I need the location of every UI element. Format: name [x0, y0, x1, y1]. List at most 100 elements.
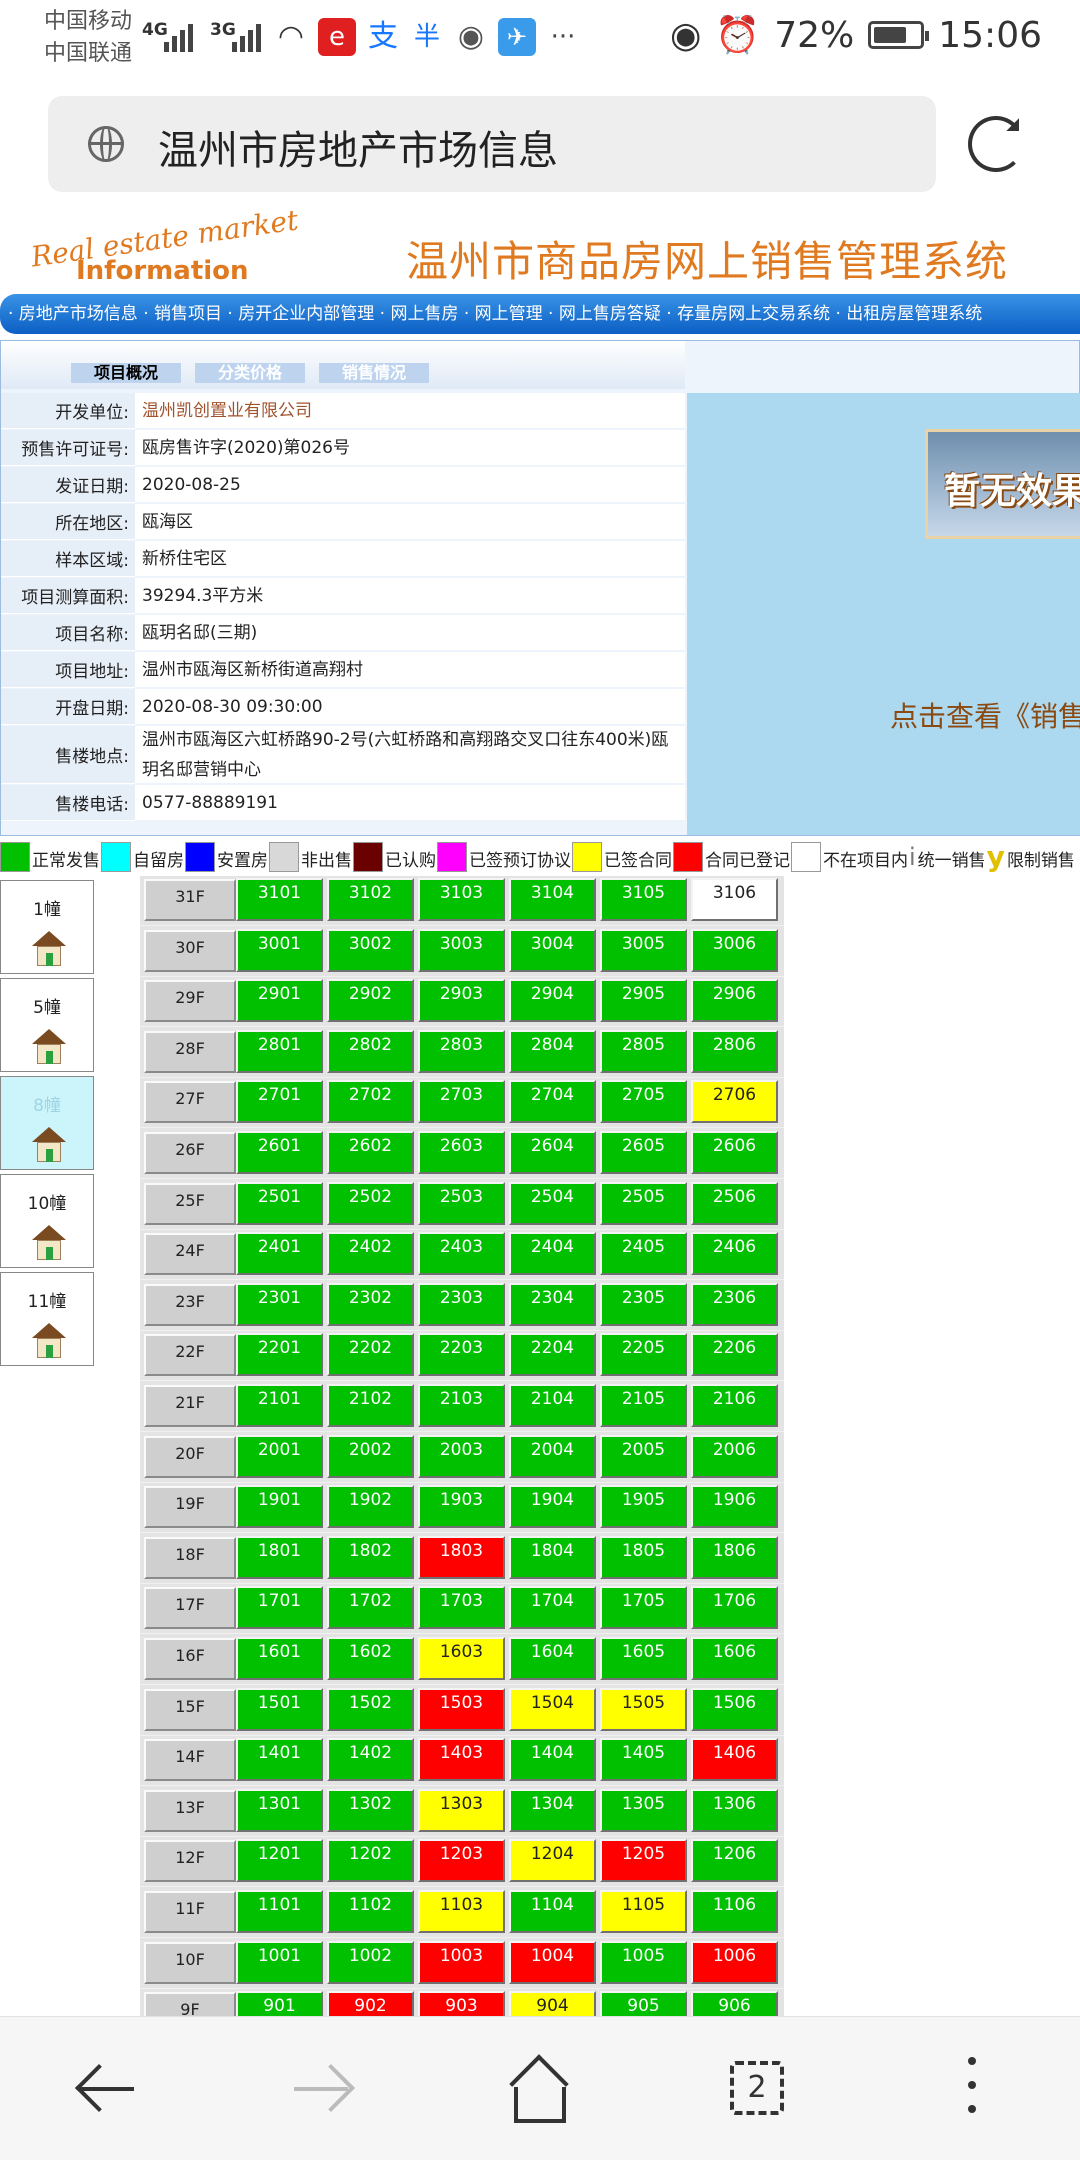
unit-cell[interactable]: 902 — [327, 1991, 414, 2016]
more-button[interactable] — [924, 2041, 1020, 2137]
unit-cell[interactable]: 1006 — [691, 1940, 778, 1984]
unit-cell[interactable]: 2503 — [418, 1181, 505, 1225]
unit-cell[interactable]: 1005 — [600, 1940, 687, 1984]
unit-cell[interactable]: 2706 — [691, 1080, 778, 1124]
unit-cell[interactable]: 2602 — [327, 1131, 414, 1174]
unit-cell[interactable]: 2504 — [509, 1181, 596, 1225]
unit-cell[interactable]: 2303 — [418, 1282, 505, 1326]
unit-cell[interactable]: 2004 — [509, 1434, 596, 1478]
unit-cell[interactable]: 1505 — [600, 1687, 687, 1731]
unit-cell[interactable]: 1206 — [691, 1839, 778, 1883]
site-nav-bar[interactable]: · 房地产市场信息 · 销售项目 · 房开企业内部管理 · 网上售房 · 网上管… — [0, 294, 1080, 334]
unit-cell[interactable]: 1803 — [418, 1535, 505, 1579]
unit-cell[interactable]: 2006 — [691, 1434, 778, 1478]
unit-cell[interactable]: 2404 — [509, 1232, 596, 1276]
unit-cell[interactable]: 901 — [236, 1991, 323, 2016]
unit-cell[interactable]: 3105 — [600, 878, 687, 921]
unit-cell[interactable]: 1202 — [327, 1839, 414, 1883]
building-item[interactable]: 1幢 — [0, 880, 94, 974]
unit-cell[interactable]: 1402 — [327, 1738, 414, 1782]
unit-cell[interactable]: 2302 — [327, 1282, 414, 1326]
unit-cell[interactable]: 2705 — [600, 1080, 687, 1124]
developer-link[interactable]: 温州凯创置业有限公司 — [135, 393, 685, 429]
unit-cell[interactable]: 1806 — [691, 1535, 778, 1579]
unit-cell[interactable]: 2902 — [327, 979, 414, 1023]
unit-cell[interactable]: 2406 — [691, 1232, 778, 1276]
unit-cell[interactable]: 2802 — [327, 1029, 414, 1073]
unit-cell[interactable]: 2905 — [600, 979, 687, 1023]
unit-cell[interactable]: 2204 — [509, 1333, 596, 1377]
tab-price-classes[interactable]: 分类价格 — [195, 363, 305, 383]
unit-cell[interactable]: 2106 — [691, 1384, 778, 1427]
unit-cell[interactable]: 904 — [509, 1991, 596, 2016]
unit-cell[interactable]: 1405 — [600, 1738, 687, 1782]
unit-cell[interactable]: 1103 — [418, 1890, 505, 1933]
unit-cell[interactable]: 1802 — [327, 1535, 414, 1579]
unit-cell[interactable]: 1701 — [236, 1586, 323, 1630]
unit-cell[interactable]: 1003 — [418, 1940, 505, 1984]
tab-project-overview[interactable]: 项目概况 — [71, 363, 181, 383]
unit-cell[interactable]: 1904 — [509, 1485, 596, 1529]
unit-cell[interactable]: 2806 — [691, 1029, 778, 1073]
unit-cell[interactable]: 1605 — [600, 1637, 687, 1680]
unit-cell[interactable]: 2201 — [236, 1333, 323, 1377]
building-item[interactable]: 8幢 — [0, 1076, 94, 1170]
unit-cell[interactable]: 2703 — [418, 1080, 505, 1124]
unit-cell[interactable]: 2605 — [600, 1131, 687, 1174]
unit-cell[interactable]: 1801 — [236, 1535, 323, 1579]
unit-cell[interactable]: 2101 — [236, 1384, 323, 1427]
unit-cell[interactable]: 1603 — [418, 1637, 505, 1680]
unit-cell[interactable]: 2001 — [236, 1434, 323, 1478]
unit-cell[interactable]: 1305 — [600, 1788, 687, 1832]
unit-cell[interactable]: 2405 — [600, 1232, 687, 1276]
unit-cell[interactable]: 1601 — [236, 1637, 323, 1680]
tabs-button[interactable]: 2 — [706, 2041, 802, 2137]
unit-cell[interactable]: 2203 — [418, 1333, 505, 1377]
unit-cell[interactable]: 1805 — [600, 1535, 687, 1579]
no-image-banner[interactable]: 暂无效果 — [925, 429, 1080, 539]
unit-cell[interactable]: 2205 — [600, 1333, 687, 1377]
unit-cell[interactable]: 3003 — [418, 928, 505, 972]
building-item[interactable]: 11幢 — [0, 1272, 94, 1366]
unit-cell[interactable]: 2102 — [327, 1384, 414, 1427]
unit-cell[interactable]: 1105 — [600, 1890, 687, 1933]
unit-cell[interactable]: 2305 — [600, 1282, 687, 1326]
unit-cell[interactable]: 2306 — [691, 1282, 778, 1326]
unit-cell[interactable]: 1104 — [509, 1890, 596, 1933]
unit-cell[interactable]: 1502 — [327, 1687, 414, 1731]
unit-cell[interactable]: 1901 — [236, 1485, 323, 1529]
unit-cell[interactable]: 1804 — [509, 1535, 596, 1579]
unit-cell[interactable]: 2906 — [691, 979, 778, 1023]
unit-cell[interactable]: 1102 — [327, 1890, 414, 1933]
unit-cell[interactable]: 1306 — [691, 1788, 778, 1832]
unit-cell[interactable]: 3101 — [236, 878, 323, 921]
unit-cell[interactable]: 3005 — [600, 928, 687, 972]
unit-cell[interactable]: 1501 — [236, 1687, 323, 1731]
unit-cell[interactable]: 2804 — [509, 1029, 596, 1073]
unit-cell[interactable]: 1602 — [327, 1637, 414, 1680]
unit-cell[interactable]: 1705 — [600, 1586, 687, 1630]
unit-cell[interactable]: 3102 — [327, 878, 414, 921]
unit-cell[interactable]: 1606 — [691, 1637, 778, 1680]
unit-cell[interactable]: 1004 — [509, 1940, 596, 1984]
unit-cell[interactable]: 2105 — [600, 1384, 687, 1427]
unit-cell[interactable]: 2603 — [418, 1131, 505, 1174]
unit-cell[interactable]: 2402 — [327, 1232, 414, 1276]
unit-cell[interactable]: 1201 — [236, 1839, 323, 1883]
unit-cell[interactable]: 1401 — [236, 1738, 323, 1782]
building-item[interactable]: 10幢 — [0, 1174, 94, 1268]
unit-cell[interactable]: 2604 — [509, 1131, 596, 1174]
unit-cell[interactable]: 1204 — [509, 1839, 596, 1883]
unit-cell[interactable]: 1406 — [691, 1738, 778, 1782]
unit-cell[interactable]: 1001 — [236, 1940, 323, 1984]
unit-cell[interactable]: 903 — [418, 1991, 505, 2016]
unit-cell[interactable]: 3103 — [418, 878, 505, 921]
unit-cell[interactable]: 906 — [691, 1991, 778, 2016]
unit-cell[interactable]: 2506 — [691, 1181, 778, 1225]
unit-cell[interactable]: 2304 — [509, 1282, 596, 1326]
unit-cell[interactable]: 3106 — [691, 878, 778, 921]
unit-cell[interactable]: 2505 — [600, 1181, 687, 1225]
unit-cell[interactable]: 2901 — [236, 979, 323, 1023]
unit-cell[interactable]: 2104 — [509, 1384, 596, 1427]
unit-cell[interactable]: 1301 — [236, 1788, 323, 1832]
